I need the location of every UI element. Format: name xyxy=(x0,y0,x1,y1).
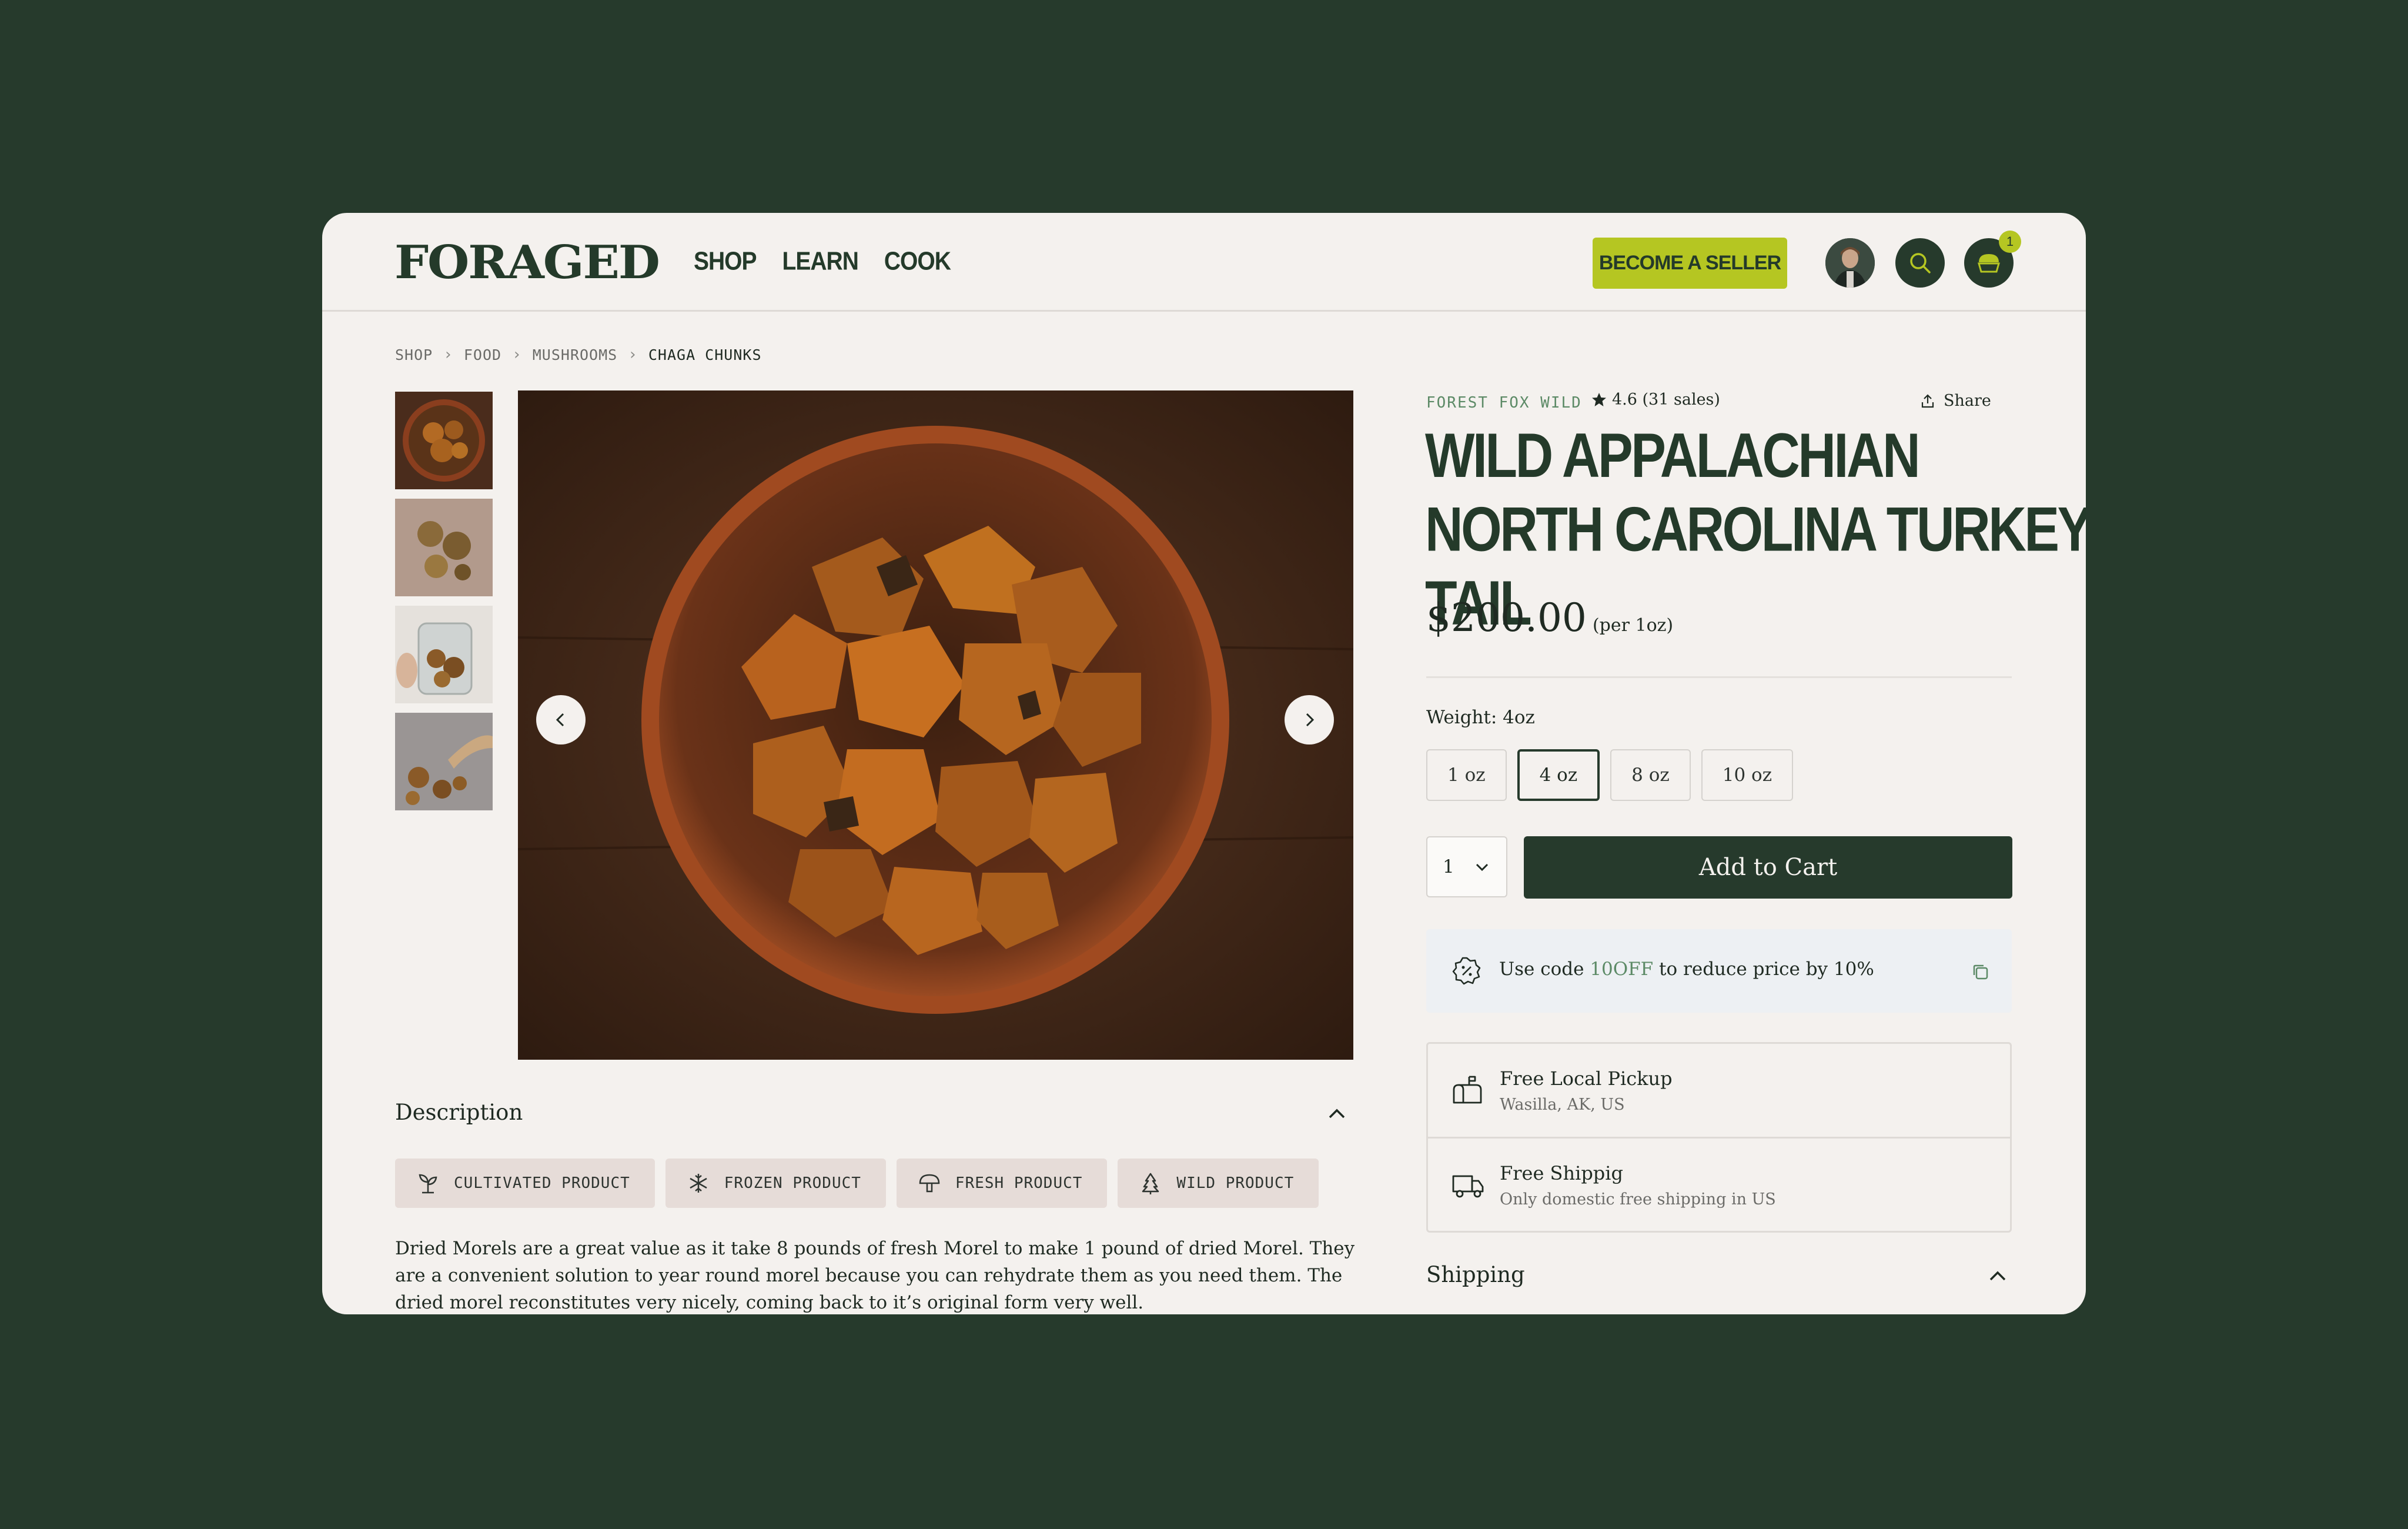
search-icon xyxy=(1910,253,1931,273)
user-photo-icon xyxy=(1825,238,1875,288)
product-price: $200.00 (per 1oz) xyxy=(1426,595,1673,640)
price-unit: (per 1oz) xyxy=(1592,615,1674,636)
chevron-right-icon: › xyxy=(443,346,453,363)
chevron-left-icon xyxy=(556,713,564,727)
site-logo[interactable]: FORAGED xyxy=(394,236,660,289)
main-nav: SHOP LEARN COOK xyxy=(694,247,951,276)
promo-text: Use code 10OFF to reduce price by 10% xyxy=(1499,959,1874,980)
promo-banner: Use code 10OFF to reduce price by 10% xyxy=(1426,929,2012,1013)
tag-frozen: FROZEN PRODUCT xyxy=(665,1159,886,1208)
search-button[interactable] xyxy=(1895,238,1945,288)
promo-code[interactable]: 10OFF xyxy=(1590,959,1653,980)
chevron-right-icon: › xyxy=(628,346,638,363)
share-label: Share xyxy=(1944,392,1991,410)
chevron-down-icon xyxy=(1476,863,1488,872)
delivery-options: Free Local Pickup Wasilla, AK, US Free S… xyxy=(1426,1042,2012,1233)
weight-option-10oz[interactable]: 10 oz xyxy=(1701,749,1794,801)
tag-wild: WILD PRODUCT xyxy=(1118,1159,1319,1208)
main-product-image xyxy=(518,390,1353,1060)
quantity-value: 1 xyxy=(1443,856,1454,877)
gallery-thumbnail-3[interactable] xyxy=(395,606,493,703)
weight-options: 1 oz 4 oz 8 oz 10 oz xyxy=(1426,749,1794,801)
star-icon xyxy=(1592,392,1606,406)
mailbox-icon xyxy=(1453,1076,1482,1104)
tag-label: FROZEN PRODUCT xyxy=(724,1174,861,1192)
nav-shop[interactable]: SHOP xyxy=(694,245,757,278)
shipping-heading[interactable]: Shipping xyxy=(1426,1262,1525,1287)
chevron-right-icon xyxy=(1306,713,1315,727)
delivery-title: Free Local Pickup xyxy=(1500,1067,1673,1090)
chaga-scoop-thumbnail-image xyxy=(395,713,493,810)
product-page-card: FORAGED SHOP LEARN COOK BECOME A SELLER xyxy=(322,213,2086,1314)
description-collapse-button[interactable] xyxy=(1326,1104,1347,1124)
breadcrumb: SHOP › FOOD › MUSHROOMS › CHAGA CHUNKS xyxy=(395,346,762,363)
gallery-thumbnail-2[interactable] xyxy=(395,499,493,596)
tag-label: FRESH PRODUCT xyxy=(955,1174,1083,1192)
delivery-subtitle: Only domestic free shipping in US xyxy=(1500,1190,1776,1208)
shipping-collapse-button[interactable] xyxy=(1987,1267,2008,1287)
rating-text: 4.6 (31 sales) xyxy=(1612,390,1720,409)
delivery-option-shipping: Free Shippig Only domestic free shipping… xyxy=(1428,1139,2010,1231)
share-button[interactable]: Share xyxy=(1920,392,1991,410)
breadcrumb-current: CHAGA CHUNKS xyxy=(648,346,762,363)
snowflake-icon xyxy=(690,1174,707,1193)
chaga-bowl-thumbnail-image xyxy=(395,392,493,489)
chevron-up-icon xyxy=(1989,1271,2006,1281)
delivery-option-pickup: Free Local Pickup Wasilla, AK, US xyxy=(1428,1044,2010,1139)
seller-name[interactable]: FOREST FOX WILD xyxy=(1426,394,1582,412)
truck-icon xyxy=(1452,1175,1484,1198)
tag-label: WILD PRODUCT xyxy=(1176,1174,1295,1192)
divider xyxy=(1426,676,2012,678)
user-avatar[interactable] xyxy=(1825,238,1875,288)
price-amount: $200.00 xyxy=(1426,595,1587,640)
breadcrumb-shop[interactable]: SHOP xyxy=(395,346,433,363)
weight-option-4oz[interactable]: 4 oz xyxy=(1517,749,1600,801)
nav-learn[interactable]: LEARN xyxy=(782,245,859,278)
gallery-prev-button[interactable] xyxy=(536,695,586,745)
sprout-icon xyxy=(419,1174,437,1194)
site-header: FORAGED SHOP LEARN COOK BECOME A SELLER xyxy=(322,213,2086,312)
share-icon xyxy=(1921,393,1934,408)
nav-cook[interactable]: COOK xyxy=(884,245,951,278)
chevron-up-icon xyxy=(1329,1109,1345,1119)
breadcrumb-mushrooms[interactable]: MUSHROOMS xyxy=(533,346,617,363)
weight-label: Weight: 4oz xyxy=(1426,707,1535,728)
become-seller-button[interactable]: BECOME A SELLER xyxy=(1593,238,1787,289)
copy-icon[interactable] xyxy=(1971,962,1991,982)
delivery-title: Free Shippig xyxy=(1500,1162,1623,1184)
tag-label: CULTIVATED PRODUCT xyxy=(454,1174,630,1192)
chaga-bowl-image xyxy=(518,390,1353,1060)
description-heading[interactable]: Description xyxy=(395,1100,523,1125)
quantity-select[interactable]: 1 xyxy=(1426,836,1507,897)
promo-suffix: to reduce price by 10% xyxy=(1653,959,1874,980)
tag-cultivated: CULTIVATED PRODUCT xyxy=(395,1159,655,1208)
weight-option-1oz[interactable]: 1 oz xyxy=(1426,749,1507,801)
product-rating: 4.6 (31 sales) xyxy=(1591,390,1720,409)
pine-tree-icon xyxy=(1142,1173,1159,1194)
discount-badge-icon xyxy=(1452,957,1481,985)
breadcrumb-food[interactable]: FOOD xyxy=(464,346,501,363)
gallery-thumbnail-4[interactable] xyxy=(395,713,493,810)
weight-option-8oz[interactable]: 8 oz xyxy=(1610,749,1691,801)
tag-fresh: FRESH PRODUCT xyxy=(896,1159,1108,1208)
delivery-subtitle: Wasilla, AK, US xyxy=(1500,1096,1625,1114)
chaga-pieces-thumbnail-image xyxy=(395,499,493,596)
gallery-next-button[interactable] xyxy=(1285,695,1334,745)
basket-icon xyxy=(1978,254,2000,273)
promo-prefix: Use code xyxy=(1499,959,1590,980)
product-tags: CULTIVATED PRODUCT FROZEN PRODUCT FRESH … xyxy=(395,1159,1319,1208)
cart-count-badge: 1 xyxy=(1999,231,2021,253)
mushroom-icon xyxy=(919,1174,940,1193)
add-to-cart-button[interactable]: Add to Cart xyxy=(1524,836,2012,899)
gallery-thumbnail-1[interactable] xyxy=(395,392,493,489)
chevron-right-icon: › xyxy=(512,346,522,363)
description-text: Dried Morels are a great value as it tak… xyxy=(395,1238,1355,1313)
chaga-jar-thumbnail-image xyxy=(395,606,493,703)
